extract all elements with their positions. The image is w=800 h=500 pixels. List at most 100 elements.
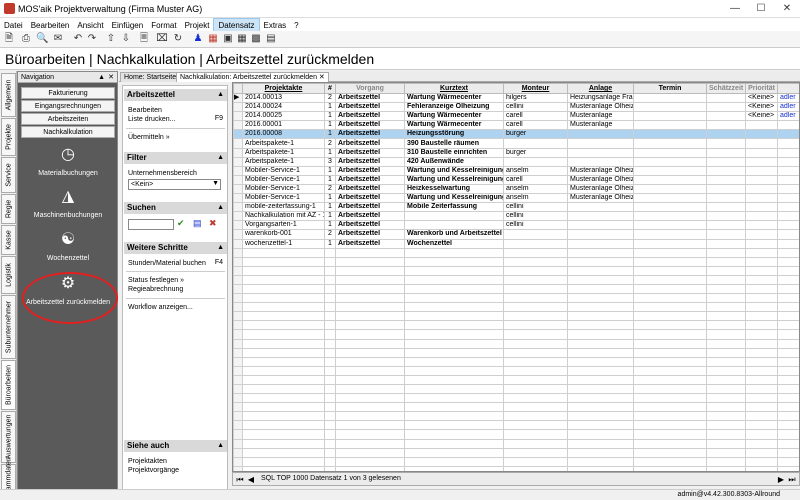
- document-icon[interactable]: 🗏: [138, 33, 150, 45]
- table-row[interactable]: Arbeitspakete-1 1 Arbeitszettel 310 Baustel…: [233, 147, 799, 158]
- row-indicator[interactable]: [233, 193, 243, 204]
- link-projektakten[interactable]: Projektakten: [128, 457, 167, 466]
- clear-search-icon[interactable]: ✖: [209, 218, 217, 229]
- table-row[interactable]: Mobiler-Service-1 1 Arbeitszettel Wartung u…: [233, 174, 799, 185]
- prev-record-icon[interactable]: ◀: [246, 474, 256, 485]
- row-indicator[interactable]: [233, 311, 243, 322]
- nav-fakturierung[interactable]: Fakturierung: [21, 87, 115, 99]
- row-indicator[interactable]: [233, 374, 243, 386]
- table-row[interactable]: [233, 247, 799, 258]
- row-indicator[interactable]: [233, 265, 243, 276]
- row-indicator[interactable]: [233, 383, 243, 395]
- row-indicator[interactable]: [233, 365, 243, 376]
- table-row[interactable]: ▶ 2014.00013 2 Arbeitszettel Wartung Wärmece…: [233, 92, 799, 104]
- nav-wochenzettel[interactable]: ☯ Wochenzettel: [18, 229, 118, 262]
- calendar-icon[interactable]: ▤: [265, 33, 277, 45]
- tab-auswertungen[interactable]: Auswertungen: [1, 411, 16, 463]
- redo-icon[interactable]: ↷: [86, 33, 98, 45]
- action-uebermitteln[interactable]: Übermitteln »: [128, 133, 170, 142]
- tab-regie[interactable]: Regie: [1, 194, 16, 224]
- row-indicator[interactable]: [233, 329, 243, 340]
- action-liste-drucken[interactable]: Liste drucken...: [128, 115, 175, 124]
- row-indicator[interactable]: [233, 456, 243, 467]
- tab-home-startseite[interactable]: Home: Startseite: [120, 72, 181, 82]
- row-indicator[interactable]: ▶: [233, 92, 243, 104]
- row-indicator[interactable]: [233, 111, 243, 122]
- table-row[interactable]: 2014.00025 1 Arbeitszettel Wartung Wärmecen…: [233, 111, 799, 122]
- table-row[interactable]: [233, 274, 799, 285]
- minimize-button[interactable]: —: [722, 0, 748, 18]
- tab-bueroarbeiten[interactable]: Büroarbeiten: [1, 360, 16, 410]
- row-indicator[interactable]: [233, 447, 243, 458]
- table-row[interactable]: [233, 402, 799, 413]
- col-anlage[interactable]: Anlage: [567, 83, 634, 94]
- row-indicator[interactable]: [233, 420, 243, 431]
- row-indicator[interactable]: [233, 402, 243, 413]
- table-row[interactable]: [233, 365, 799, 376]
- table-row[interactable]: [233, 329, 799, 340]
- search-input[interactable]: [128, 219, 174, 230]
- col-termin[interactable]: Termin: [633, 83, 707, 94]
- tab-allgemein[interactable]: Allgemein: [1, 73, 16, 117]
- table-row[interactable]: [233, 320, 799, 331]
- table-row[interactable]: [233, 293, 799, 304]
- table-row[interactable]: Mobiler-Service-1 1 Arbeitszettel Wartung u…: [233, 193, 799, 204]
- table-row[interactable]: [233, 411, 799, 422]
- col-vorgang[interactable]: Vorgang: [335, 83, 405, 94]
- search-icon[interactable]: ✔: [177, 218, 185, 229]
- col-schaetzzeit[interactable]: Schätzzeit: [706, 83, 746, 94]
- table-icon[interactable]: ▦: [236, 33, 248, 45]
- first-record-icon[interactable]: ⏮: [235, 474, 245, 485]
- row-indicator[interactable]: [233, 229, 243, 240]
- col-nr[interactable]: #: [324, 83, 336, 94]
- preview-icon[interactable]: 🔍: [36, 33, 48, 45]
- row-indicator[interactable]: [233, 174, 243, 185]
- table-row[interactable]: [233, 265, 799, 276]
- table-row[interactable]: [233, 311, 799, 322]
- nav-maschinenbuchungen[interactable]: ◮ Maschinenbuchungen: [18, 186, 118, 219]
- row-indicator[interactable]: [233, 138, 243, 149]
- tab-kasse[interactable]: Kasse: [1, 225, 16, 255]
- grid-icon[interactable]: ▩: [250, 33, 262, 45]
- row-indicator[interactable]: [233, 256, 243, 267]
- col-prioritaet[interactable]: Priorität: [745, 83, 778, 94]
- maximize-button[interactable]: ☐: [748, 0, 774, 18]
- row-indicator[interactable]: [233, 356, 243, 367]
- row-indicator[interactable]: [233, 120, 243, 131]
- tab-subunternehmer[interactable]: Subunternehmer: [1, 295, 16, 359]
- new-icon[interactable]: 🗎: [3, 33, 15, 45]
- nav-arbeitszeiten[interactable]: Arbeitszeiten: [21, 113, 115, 125]
- table-row[interactable]: wochenzettel-1 1 Arbeitszettel Wochenzettel: [233, 238, 799, 249]
- arrow-up-icon[interactable]: ⇧: [105, 33, 117, 45]
- tab-nachkalkulation[interactable]: Nachkalkulation: Arbeitszettel zurückmel…: [176, 72, 329, 82]
- col-monteur[interactable]: Monteur: [503, 83, 568, 94]
- table-row[interactable]: Mobiler-Service-1 1 Arbeitszettel Wartung u…: [233, 165, 799, 176]
- table-row[interactable]: [233, 302, 799, 313]
- refresh-icon[interactable]: ↻: [172, 33, 184, 45]
- table-row[interactable]: [233, 383, 799, 395]
- tab-service[interactable]: Service: [1, 157, 16, 193]
- nav-nachkalkulation[interactable]: Nachkalkulation: [21, 126, 115, 138]
- table-row[interactable]: Arbeitspakete-1 2 Arbeitszettel 390 Baustel…: [233, 138, 799, 149]
- window-icon[interactable]: ▣: [222, 33, 234, 45]
- filter-select[interactable]: <Kein> ▼: [128, 179, 221, 190]
- row-indicator[interactable]: [233, 429, 243, 440]
- row-indicator[interactable]: [233, 347, 243, 358]
- action-bearbeiten[interactable]: Bearbeiten: [128, 106, 162, 115]
- last-record-icon[interactable]: ⏭: [787, 474, 797, 485]
- table-row[interactable]: Vorgangsarten-1 1 Arbeitszettel cellini: [233, 220, 799, 231]
- section-filter[interactable]: Filter ▲: [124, 152, 227, 164]
- row-indicator[interactable]: [233, 220, 243, 231]
- table-row[interactable]: [233, 338, 799, 349]
- action-stunden-material[interactable]: Stunden/Material buchen: [128, 259, 206, 268]
- section-suchen[interactable]: Suchen ▲: [124, 202, 227, 214]
- row-indicator[interactable]: [233, 338, 243, 349]
- table-row[interactable]: [233, 456, 799, 467]
- link-projektvorgaenge[interactable]: Projektvorgänge: [128, 466, 179, 475]
- close-panel-icon[interactable]: ✕: [108, 72, 114, 83]
- action-status-festlegen[interactable]: Status festlegen »: [128, 276, 184, 285]
- undo-icon[interactable]: ↶: [72, 33, 84, 45]
- nav-eingangsrechnungen[interactable]: Eingangsrechnungen: [21, 100, 115, 112]
- chart-icon[interactable]: ▦: [207, 33, 219, 45]
- table-row[interactable]: Mobiler-Service-1 2 Arbeitszettel Heizkesse…: [233, 183, 799, 195]
